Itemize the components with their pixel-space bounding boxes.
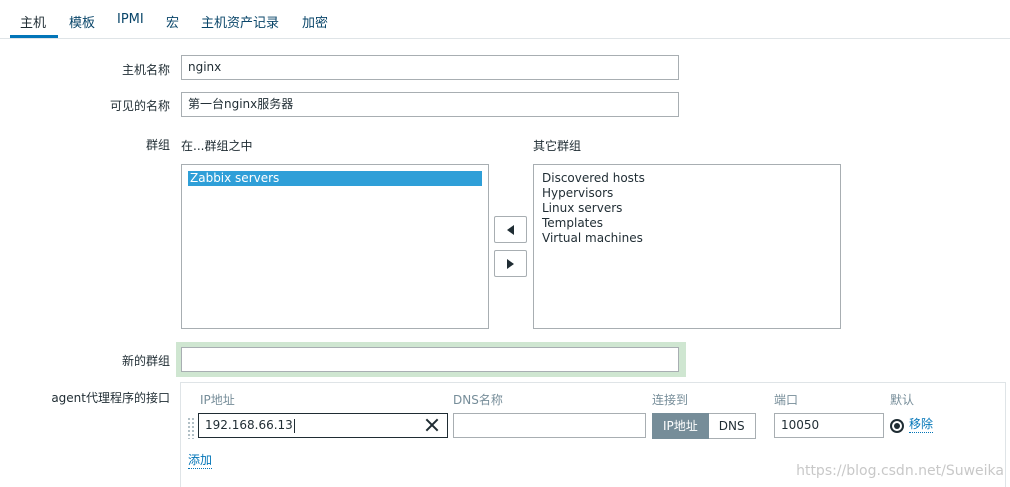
tab-templates[interactable]: 模板 [69, 12, 95, 31]
add-interface-link[interactable]: 添加 [188, 453, 213, 469]
list-item[interactable]: Linux servers [534, 201, 840, 216]
in-groups-listbox[interactable]: Zabbix servers [181, 164, 489, 329]
list-item[interactable]: Hypervisors [534, 186, 840, 201]
agent-interface-label: agent代理程序的接口 [51, 391, 170, 405]
active-tab-indicator [10, 35, 58, 38]
new-group-label: 新的群组 [121, 354, 170, 368]
in-groups-label: 在...群组之中 [181, 139, 253, 153]
tab-inventory[interactable]: 主机资产记录 [201, 12, 279, 31]
tab-host[interactable]: 主机 [20, 12, 46, 31]
remove-from-group-button[interactable] [494, 250, 527, 277]
remove-interface-link[interactable]: 移除 [909, 417, 934, 433]
arrow-left-icon [507, 224, 514, 235]
new-group-highlight [176, 342, 686, 377]
drag-handle-icon[interactable] [187, 417, 195, 439]
tab-bar: 主机 模板 IPMI 宏 主机资产记录 加密 [0, 0, 1010, 39]
dns-name-input[interactable] [453, 413, 646, 438]
column-header-port: 端口 [774, 393, 799, 407]
other-groups-label: 其它群组 [533, 139, 582, 153]
default-interface-radio[interactable] [890, 419, 904, 433]
other-groups-listbox[interactable]: Discovered hosts Hypervisors Linux serve… [533, 164, 841, 329]
clear-icon[interactable] [425, 418, 439, 432]
ip-address-value: 192.168.66.13 [205, 418, 293, 432]
ip-address-input[interactable]: 192.168.66.13 [198, 413, 448, 438]
host-name-input[interactable]: nginx [181, 55, 679, 80]
tab-ipmi[interactable]: IPMI [117, 12, 144, 27]
host-name-label: 主机名称 [121, 63, 170, 77]
connect-ip-button[interactable]: IP地址 [652, 413, 709, 439]
visible-name-label: 可见的名称 [109, 99, 170, 113]
connect-to-toggle: IP地址 DNS [652, 413, 756, 439]
watermark-text: https://blog.csdn.net/Suweika [796, 463, 1004, 479]
host-form: 主机名称 nginx 可见的名称 第一台nginx服务器 群组 在...群组之中… [0, 40, 1010, 487]
column-header-connect: 连接到 [652, 393, 689, 407]
groups-label: 群组 [145, 138, 170, 152]
port-input[interactable]: 10050 [774, 413, 884, 438]
list-item[interactable]: Zabbix servers [188, 171, 482, 186]
list-item[interactable]: Discovered hosts [534, 171, 840, 186]
column-header-dns: DNS名称 [453, 393, 503, 407]
text-caret [293, 418, 295, 433]
column-header-default: 默认 [890, 393, 915, 407]
column-header-ip: IP地址 [200, 393, 235, 407]
add-to-group-button[interactable] [494, 216, 527, 243]
arrow-right-icon [507, 258, 514, 269]
tab-macros[interactable]: 宏 [166, 12, 179, 31]
list-item[interactable]: Virtual machines [534, 231, 840, 246]
tab-encryption[interactable]: 加密 [302, 12, 328, 31]
list-item[interactable]: Templates [534, 216, 840, 231]
new-group-input[interactable] [181, 347, 679, 372]
connect-dns-button[interactable]: DNS [708, 413, 756, 439]
visible-name-input[interactable]: 第一台nginx服务器 [181, 92, 679, 117]
